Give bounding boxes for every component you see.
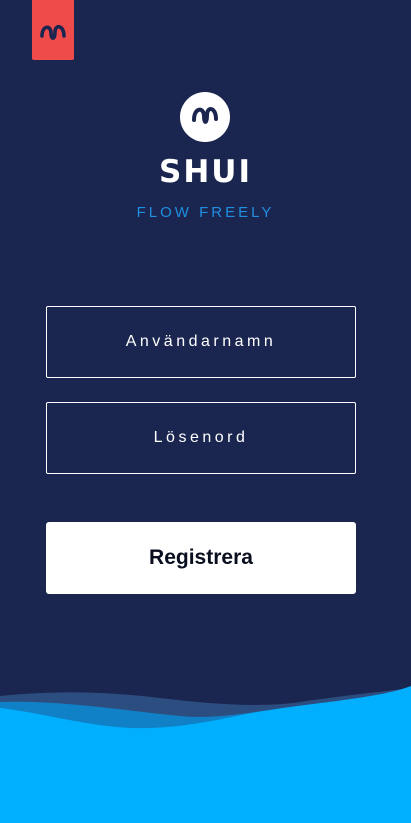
brand-tagline: FLOW FREELY	[136, 204, 275, 221]
register-button[interactable]: Registrera	[46, 522, 356, 594]
shui-logo-icon	[188, 98, 222, 137]
corner-logo-tab[interactable]	[32, 0, 74, 60]
password-input[interactable]	[46, 402, 356, 474]
wave-decoration	[0, 686, 411, 823]
shui-corner-logo-icon	[38, 17, 68, 52]
brand-name: SHUI	[159, 154, 252, 190]
brand-logo	[180, 92, 230, 142]
register-screen: SHUI FLOW FREELY Registrera	[0, 0, 411, 823]
username-input[interactable]	[46, 306, 356, 378]
